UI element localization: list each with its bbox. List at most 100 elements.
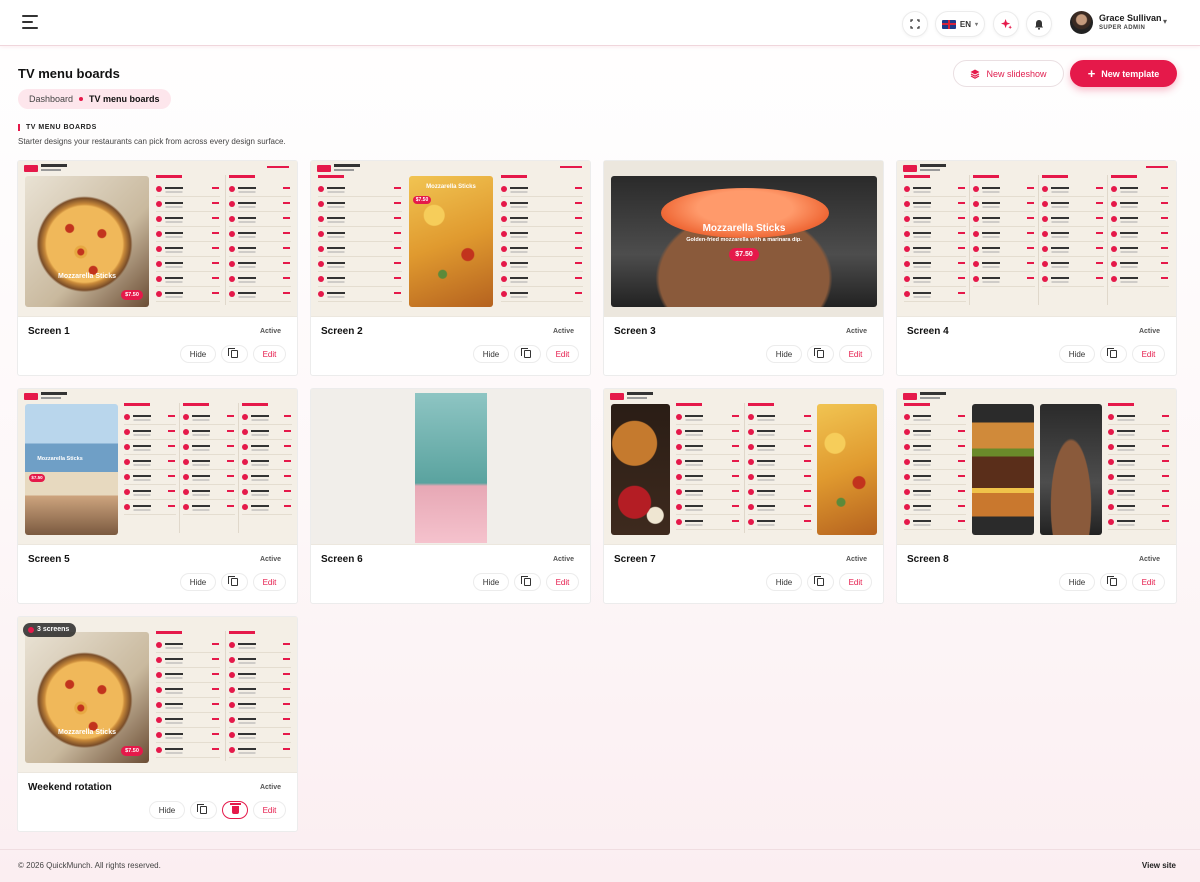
preview-menu-column (124, 403, 176, 517)
preview-food-image: Mozzarella Sticks $7.50 (409, 176, 493, 307)
ai-button[interactable] (993, 11, 1019, 37)
preview-price: $7.50 (121, 746, 143, 756)
template-preview[interactable] (604, 389, 883, 545)
edit-button[interactable]: Edit (839, 345, 872, 363)
new-template-button[interactable]: + New template (1070, 60, 1177, 87)
template-preview[interactable] (897, 389, 1176, 545)
template-preview[interactable] (897, 161, 1176, 317)
top-bar: EN ▾ Grace Sullivan SUPER ADMIN ▾ (0, 0, 1200, 46)
edit-button[interactable]: Edit (253, 573, 286, 591)
duplicate-button[interactable] (514, 345, 541, 363)
preview-overlay-title: Mozzarella Sticks (702, 223, 786, 234)
preview-food-image (415, 393, 487, 543)
template-card[interactable]: Screen 6 Active Hide Edit (310, 388, 591, 604)
preview-overlay-title: Mozzarella Sticks (58, 729, 116, 736)
slideshow-card[interactable]: Mozzarella Sticks $7.50 3 screens Weeken… (17, 616, 298, 832)
chevron-down-icon[interactable]: ▾ (1163, 17, 1167, 26)
hide-button[interactable]: Hide (1059, 573, 1095, 591)
template-preview[interactable]: Mozzarella Sticks Golden-fried mozzarell… (604, 161, 883, 317)
edit-button[interactable]: Edit (1132, 573, 1165, 591)
edit-button[interactable]: Edit (1132, 345, 1165, 363)
breadcrumb-current: TV menu boards (89, 94, 160, 104)
template-preview[interactable]: Mozzarella Sticks $7.50 (311, 161, 590, 317)
edit-button[interactable]: Edit (253, 345, 286, 363)
duplicate-button[interactable] (190, 801, 217, 819)
preview-food-image (611, 404, 670, 535)
template-card[interactable]: Mozzarella Sticks $7.50 Screen 5 Active … (17, 388, 298, 604)
preview-logo (24, 393, 38, 400)
preview-food-image (817, 404, 877, 535)
breadcrumb-separator (79, 97, 84, 101)
status-badge: Active (552, 328, 574, 335)
preview-menu-column (1108, 403, 1170, 532)
edit-button[interactable]: Edit (253, 801, 286, 819)
hide-button[interactable]: Hide (1059, 345, 1095, 363)
edit-button[interactable]: Edit (546, 345, 579, 363)
template-card[interactable]: Screen 4 Active Hide Edit (896, 160, 1177, 376)
fullscreen-button[interactable] (902, 11, 928, 37)
hide-button[interactable]: Hide (766, 573, 802, 591)
preview-price: $7.50 (413, 196, 431, 204)
template-card[interactable]: Mozzarella Sticks $7.50 Screen 1 Active … (17, 160, 298, 376)
notifications-button[interactable] (1026, 11, 1052, 37)
hide-button[interactable]: Hide (473, 345, 509, 363)
hide-button[interactable]: Hide (180, 573, 216, 591)
template-preview[interactable]: Mozzarella Sticks $7.50 3 screens (18, 617, 297, 773)
template-preview[interactable] (311, 389, 590, 545)
status-badge: Active (1138, 328, 1160, 335)
status-badge: Active (845, 328, 867, 335)
duplicate-button[interactable] (221, 345, 248, 363)
preview-food-image (972, 404, 1034, 535)
new-slideshow-label: New slideshow (986, 68, 1047, 79)
breadcrumb-dashboard[interactable]: Dashboard (29, 94, 73, 104)
template-card[interactable]: Screen 8 Active Hide Edit (896, 388, 1177, 604)
duplicate-button[interactable] (807, 573, 834, 591)
new-slideshow-button[interactable]: New slideshow (953, 60, 1064, 87)
view-site-link[interactable]: View site (1142, 861, 1176, 870)
card-title: Screen 5 (28, 554, 70, 565)
preview-menu-column (156, 631, 220, 760)
preview-logo (317, 165, 331, 172)
template-preview[interactable]: Mozzarella Sticks $7.50 (18, 389, 297, 545)
copy-icon (228, 576, 238, 586)
preview-food-image: Mozzarella Sticks $7.50 (25, 632, 149, 763)
delete-button[interactable] (222, 801, 248, 819)
preview-overlay-title: Mozzarella Sticks (58, 273, 116, 280)
user-name[interactable]: Grace Sullivan (1099, 13, 1162, 23)
avatar[interactable] (1070, 11, 1093, 34)
template-preview[interactable]: Mozzarella Sticks $7.50 (18, 161, 297, 317)
preview-food-image: Mozzarella Sticks $7.50 (25, 404, 118, 535)
hide-button[interactable]: Hide (149, 801, 185, 819)
duplicate-button[interactable] (514, 573, 541, 591)
duplicate-button[interactable] (1100, 345, 1127, 363)
preview-food-image (1040, 404, 1102, 535)
edit-button[interactable]: Edit (546, 573, 579, 591)
preview-overlay-title: Mozzarella Sticks (37, 456, 83, 462)
preview-menu-column (1111, 175, 1169, 289)
template-card[interactable]: Mozzarella Sticks Golden-fried mozzarell… (603, 160, 884, 376)
hide-button[interactable]: Hide (766, 345, 802, 363)
preview-menu-column (676, 403, 740, 532)
duplicate-button[interactable] (221, 573, 248, 591)
status-badge: Active (259, 784, 281, 791)
bell-icon (1035, 19, 1043, 30)
card-title: Screen 7 (614, 554, 656, 565)
copy-icon (814, 576, 824, 586)
edit-button[interactable]: Edit (839, 573, 872, 591)
new-template-label: New template (1101, 68, 1160, 79)
preview-menu-column (973, 175, 1035, 289)
preview-food-image: Mozzarella Sticks Golden-fried mozzarell… (611, 176, 877, 307)
template-card[interactable]: Screen 7 Active Hide Edit (603, 388, 884, 604)
flag-uk-icon (941, 19, 956, 29)
preview-menu-column (501, 175, 583, 304)
language-selector[interactable]: EN ▾ (935, 11, 985, 37)
duplicate-button[interactable] (807, 345, 834, 363)
template-card[interactable]: Mozzarella Sticks $7.50 Screen 2 Active … (310, 160, 591, 376)
hide-button[interactable]: Hide (180, 345, 216, 363)
trash-icon (229, 803, 241, 814)
hide-button[interactable]: Hide (473, 573, 509, 591)
menu-icon[interactable] (22, 15, 38, 29)
duplicate-button[interactable] (1100, 573, 1127, 591)
preview-menu-column (318, 175, 402, 304)
preview-menu-column (229, 631, 291, 760)
